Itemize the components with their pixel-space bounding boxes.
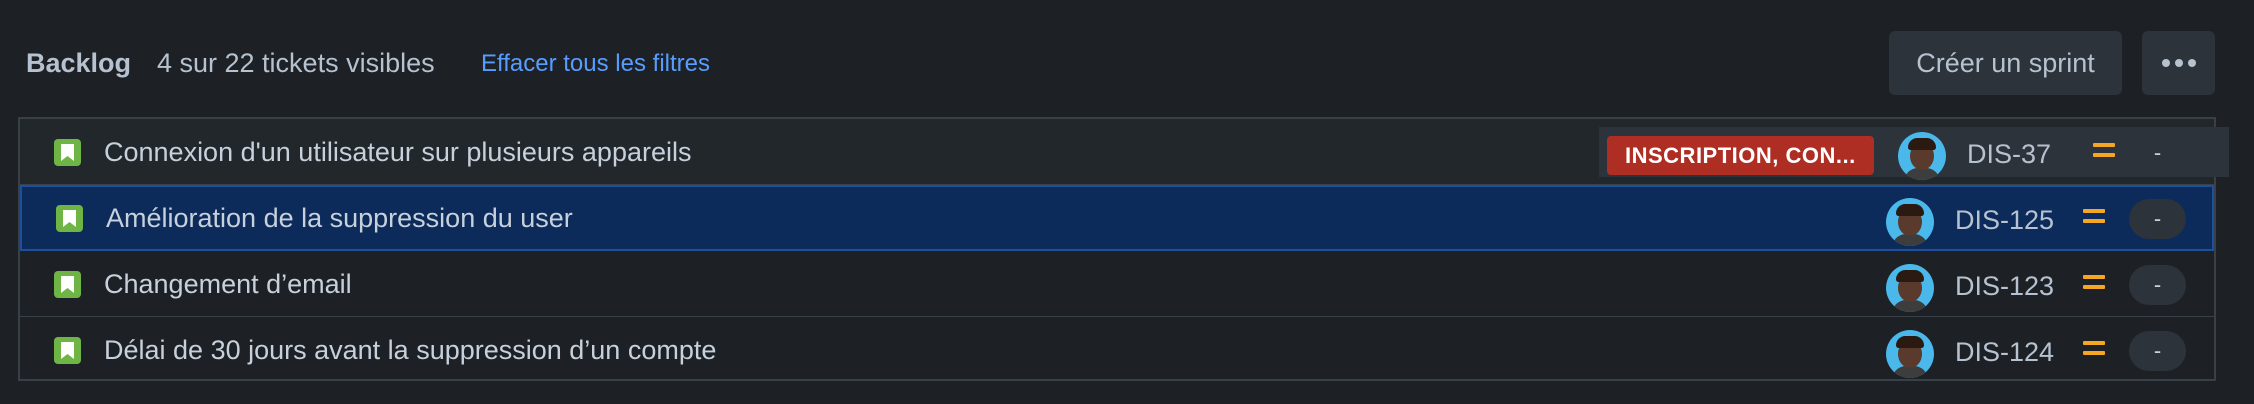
more-horizontal-icon	[2161, 59, 2170, 67]
create-sprint-button[interactable]: Créer un sprint	[1889, 31, 2122, 95]
story-points-estimate[interactable]: -	[2129, 133, 2186, 173]
story-icon	[56, 205, 83, 232]
issue-summary[interactable]: Changement d’email	[104, 269, 352, 300]
issue-row[interactable]: Délai de 30 jours avant la suppression d…	[20, 317, 2214, 383]
priority-medium-icon	[2083, 341, 2105, 359]
issue-summary[interactable]: Amélioration de la suppression du user	[106, 203, 573, 234]
issue-summary[interactable]: Connexion d'un utilisateur sur plusieurs…	[104, 137, 692, 168]
assignee-avatar[interactable]	[1886, 198, 1934, 246]
issue-key[interactable]: DIS-37	[1967, 139, 2051, 170]
assignee-avatar[interactable]	[1898, 132, 1946, 180]
story-points-estimate[interactable]: -	[2129, 265, 2186, 305]
issue-row[interactable]: Amélioration de la suppression du user D…	[20, 185, 2214, 251]
label-badge[interactable]: INSCRIPTION, CON...	[1607, 136, 1874, 175]
clear-filters-link[interactable]: Effacer tous les filtres	[481, 50, 710, 78]
backlog-issue-list: Connexion d'un utilisateur sur plusieurs…	[18, 117, 2229, 383]
story-icon	[54, 337, 81, 364]
backlog-title: Backlog	[26, 48, 132, 78]
assignee-avatar[interactable]	[1886, 330, 1934, 378]
visible-count: 4 sur 22 tickets visibles	[157, 48, 435, 78]
story-icon	[54, 139, 81, 166]
issue-summary[interactable]: Délai de 30 jours avant la suppression d…	[104, 335, 716, 366]
story-points-estimate[interactable]: -	[2129, 331, 2186, 371]
assignee-avatar[interactable]	[1886, 264, 1934, 312]
priority-medium-icon	[2083, 209, 2105, 227]
issue-key[interactable]: DIS-124	[1955, 337, 2054, 368]
issue-row[interactable]: Connexion d'un utilisateur sur plusieurs…	[20, 119, 2229, 185]
story-icon	[54, 271, 81, 298]
issue-row[interactable]: Changement d’email DIS-123 -	[20, 251, 2214, 317]
more-options-button[interactable]	[2142, 31, 2215, 95]
priority-medium-icon	[2083, 275, 2105, 293]
story-points-estimate[interactable]: -	[2129, 199, 2186, 239]
priority-medium-icon	[2093, 143, 2115, 161]
backlog-header: Backlog 4 sur 22 tickets visibles Efface…	[0, 0, 2254, 118]
issue-key[interactable]: DIS-123	[1955, 271, 2054, 302]
issue-key[interactable]: DIS-125	[1955, 205, 2054, 236]
